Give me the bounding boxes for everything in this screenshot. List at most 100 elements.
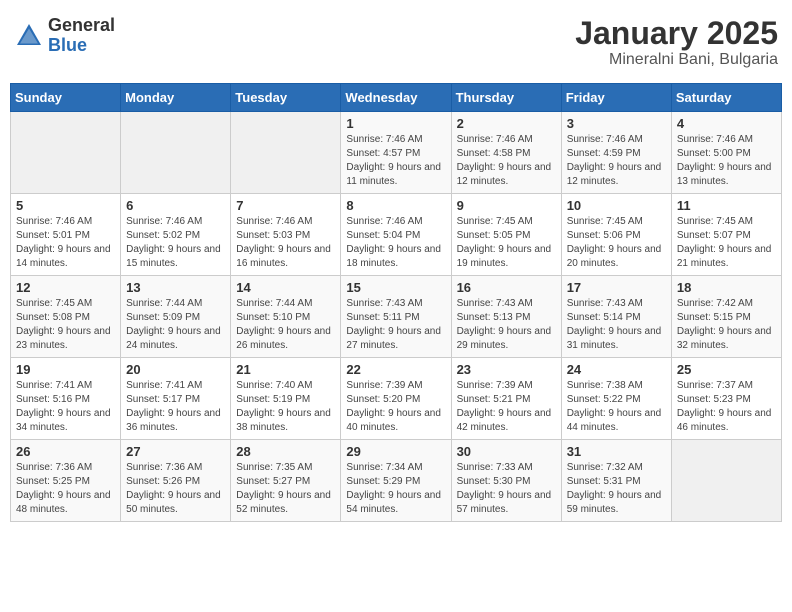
- day-info: Sunrise: 7:46 AM Sunset: 5:00 PM Dayligh…: [677, 133, 776, 189]
- calendar-cell: 7 Sunrise: 7:46 AM Sunset: 5:03 PM Daylig…: [231, 194, 341, 276]
- day-info: Sunrise: 7:43 AM Sunset: 5:11 PM Dayligh…: [346, 297, 445, 353]
- weekday-header: Saturday: [671, 84, 781, 112]
- page-header: General Blue January 2025 Mineralni Bani…: [10, 10, 782, 75]
- day-info: Sunrise: 7:46 AM Sunset: 5:04 PM Dayligh…: [346, 215, 445, 271]
- weekday-row: SundayMondayTuesdayWednesdayThursdayFrid…: [11, 84, 782, 112]
- weekday-header: Thursday: [451, 84, 561, 112]
- calendar-cell: 25Sunrise: 7:37 AM Sunset: 5:23 PM Dayli…: [671, 358, 781, 440]
- day-number: 25: [677, 362, 776, 377]
- day-info: Sunrise: 7:32 AM Sunset: 5:31 PM Dayligh…: [567, 461, 666, 517]
- day-info: Sunrise: 7:46 AM Sunset: 4:57 PM Dayligh…: [346, 133, 445, 189]
- calendar-cell: 30 Sunrise: 7:33 AM Sunset: 5:30 PM Dayli…: [451, 440, 561, 522]
- day-info: Sunrise: 7:45 AM Sunset: 5:05 PM Dayligh…: [457, 215, 556, 271]
- logo: General Blue: [14, 16, 115, 56]
- day-number: 21: [236, 362, 335, 377]
- day-number: 12: [16, 280, 115, 295]
- weekday-header: Monday: [121, 84, 231, 112]
- logo-general-text: General: [48, 16, 115, 36]
- logo-icon: [14, 21, 44, 51]
- calendar-cell: 23 Sunrise: 7:39 AM Sunset: 5:21 PM Dayli…: [451, 358, 561, 440]
- day-number: 29: [346, 444, 445, 459]
- day-number: 18: [677, 280, 776, 295]
- calendar-cell: 28 Sunrise: 7:35 AM Sunset: 5:27 PM Dayli…: [231, 440, 341, 522]
- calendar-cell: 1 Sunrise: 7:46 AM Sunset: 4:57 PM Daylig…: [341, 112, 451, 194]
- calendar-cell: 24 Sunrise: 7:38 AM Sunset: 5:22 PM Dayli…: [561, 358, 671, 440]
- day-number: 30: [457, 444, 556, 459]
- day-number: 11: [677, 198, 776, 213]
- day-info: Sunrise: 7:40 AM Sunset: 5:19 PM Dayligh…: [236, 379, 335, 435]
- calendar-cell: 19 Sunrise: 7:41 AM Sunset: 5:16 PM Dayli…: [11, 358, 121, 440]
- day-info: Sunrise: 7:39 AM Sunset: 5:20 PM Dayligh…: [346, 379, 445, 435]
- day-number: 13: [126, 280, 225, 295]
- day-info: Sunrise: 7:46 AM Sunset: 4:59 PM Dayligh…: [567, 133, 666, 189]
- calendar-cell: 3 Sunrise: 7:46 AM Sunset: 4:59 PM Daylig…: [561, 112, 671, 194]
- day-number: 19: [16, 362, 115, 377]
- calendar-cell: 9Sunrise: 7:45 AM Sunset: 5:05 PM Daylig…: [451, 194, 561, 276]
- calendar-cell: 10 Sunrise: 7:45 AM Sunset: 5:06 PM Dayli…: [561, 194, 671, 276]
- calendar-cell: [231, 112, 341, 194]
- calendar-cell: 5 Sunrise: 7:46 AM Sunset: 5:01 PM Daylig…: [11, 194, 121, 276]
- day-number: 15: [346, 280, 445, 295]
- calendar-cell: [11, 112, 121, 194]
- day-info: Sunrise: 7:45 AM Sunset: 5:08 PM Dayligh…: [16, 297, 115, 353]
- calendar-week-row: 19 Sunrise: 7:41 AM Sunset: 5:16 PM Dayli…: [11, 358, 782, 440]
- day-info: Sunrise: 7:39 AM Sunset: 5:21 PM Dayligh…: [457, 379, 556, 435]
- logo-blue-text: Blue: [48, 36, 115, 56]
- weekday-header: Tuesday: [231, 84, 341, 112]
- day-info: Sunrise: 7:38 AM Sunset: 5:22 PM Dayligh…: [567, 379, 666, 435]
- calendar-cell: 31 Sunrise: 7:32 AM Sunset: 5:31 PM Dayli…: [561, 440, 671, 522]
- calendar-body: 1 Sunrise: 7:46 AM Sunset: 4:57 PM Daylig…: [11, 112, 782, 522]
- calendar-cell: 15 Sunrise: 7:43 AM Sunset: 5:11 PM Dayli…: [341, 276, 451, 358]
- calendar-cell: 16 Sunrise: 7:43 AM Sunset: 5:13 PM Dayli…: [451, 276, 561, 358]
- calendar-cell: 4 Sunrise: 7:46 AM Sunset: 5:00 PM Daylig…: [671, 112, 781, 194]
- day-info: Sunrise: 7:46 AM Sunset: 5:03 PM Dayligh…: [236, 215, 335, 271]
- day-number: 17: [567, 280, 666, 295]
- day-info: Sunrise: 7:36 AM Sunset: 5:26 PM Dayligh…: [126, 461, 225, 517]
- location: Mineralni Bani, Bulgaria: [575, 51, 778, 69]
- day-info: Sunrise: 7:46 AM Sunset: 5:01 PM Dayligh…: [16, 215, 115, 271]
- day-number: 2: [457, 116, 556, 131]
- day-number: 7: [236, 198, 335, 213]
- day-number: 31: [567, 444, 666, 459]
- calendar-cell: 13 Sunrise: 7:44 AM Sunset: 5:09 PM Dayli…: [121, 276, 231, 358]
- day-number: 20: [126, 362, 225, 377]
- day-number: 8: [346, 198, 445, 213]
- day-number: 23: [457, 362, 556, 377]
- calendar-cell: [671, 440, 781, 522]
- day-number: 10: [567, 198, 666, 213]
- calendar-cell: 20Sunrise: 7:41 AM Sunset: 5:17 PM Dayli…: [121, 358, 231, 440]
- day-number: 22: [346, 362, 445, 377]
- day-number: 3: [567, 116, 666, 131]
- day-number: 14: [236, 280, 335, 295]
- calendar-cell: 27 Sunrise: 7:36 AM Sunset: 5:26 PM Dayli…: [121, 440, 231, 522]
- day-info: Sunrise: 7:46 AM Sunset: 4:58 PM Dayligh…: [457, 133, 556, 189]
- day-info: Sunrise: 7:36 AM Sunset: 5:25 PM Dayligh…: [16, 461, 115, 517]
- calendar-cell: 21 Sunrise: 7:40 AM Sunset: 5:19 PM Dayli…: [231, 358, 341, 440]
- day-number: 5: [16, 198, 115, 213]
- title-block: January 2025 Mineralni Bani, Bulgaria: [575, 16, 778, 69]
- day-info: Sunrise: 7:43 AM Sunset: 5:13 PM Dayligh…: [457, 297, 556, 353]
- day-info: Sunrise: 7:42 AM Sunset: 5:15 PM Dayligh…: [677, 297, 776, 353]
- weekday-header: Sunday: [11, 84, 121, 112]
- day-info: Sunrise: 7:46 AM Sunset: 5:02 PM Dayligh…: [126, 215, 225, 271]
- day-number: 1: [346, 116, 445, 131]
- calendar-cell: 8 Sunrise: 7:46 AM Sunset: 5:04 PM Daylig…: [341, 194, 451, 276]
- day-number: 24: [567, 362, 666, 377]
- calendar-cell: 6 Sunrise: 7:46 AM Sunset: 5:02 PM Daylig…: [121, 194, 231, 276]
- day-info: Sunrise: 7:45 AM Sunset: 5:07 PM Dayligh…: [677, 215, 776, 271]
- day-number: 28: [236, 444, 335, 459]
- day-number: 6: [126, 198, 225, 213]
- day-number: 16: [457, 280, 556, 295]
- day-info: Sunrise: 7:44 AM Sunset: 5:09 PM Dayligh…: [126, 297, 225, 353]
- calendar-cell: 12 Sunrise: 7:45 AM Sunset: 5:08 PM Dayli…: [11, 276, 121, 358]
- calendar-header: SundayMondayTuesdayWednesdayThursdayFrid…: [11, 84, 782, 112]
- day-info: Sunrise: 7:45 AM Sunset: 5:06 PM Dayligh…: [567, 215, 666, 271]
- day-info: Sunrise: 7:41 AM Sunset: 5:16 PM Dayligh…: [16, 379, 115, 435]
- calendar-cell: 2 Sunrise: 7:46 AM Sunset: 4:58 PM Daylig…: [451, 112, 561, 194]
- day-number: 4: [677, 116, 776, 131]
- day-info: Sunrise: 7:35 AM Sunset: 5:27 PM Dayligh…: [236, 461, 335, 517]
- calendar-cell: 18 Sunrise: 7:42 AM Sunset: 5:15 PM Dayli…: [671, 276, 781, 358]
- day-info: Sunrise: 7:33 AM Sunset: 5:30 PM Dayligh…: [457, 461, 556, 517]
- day-number: 27: [126, 444, 225, 459]
- calendar-week-row: 5 Sunrise: 7:46 AM Sunset: 5:01 PM Daylig…: [11, 194, 782, 276]
